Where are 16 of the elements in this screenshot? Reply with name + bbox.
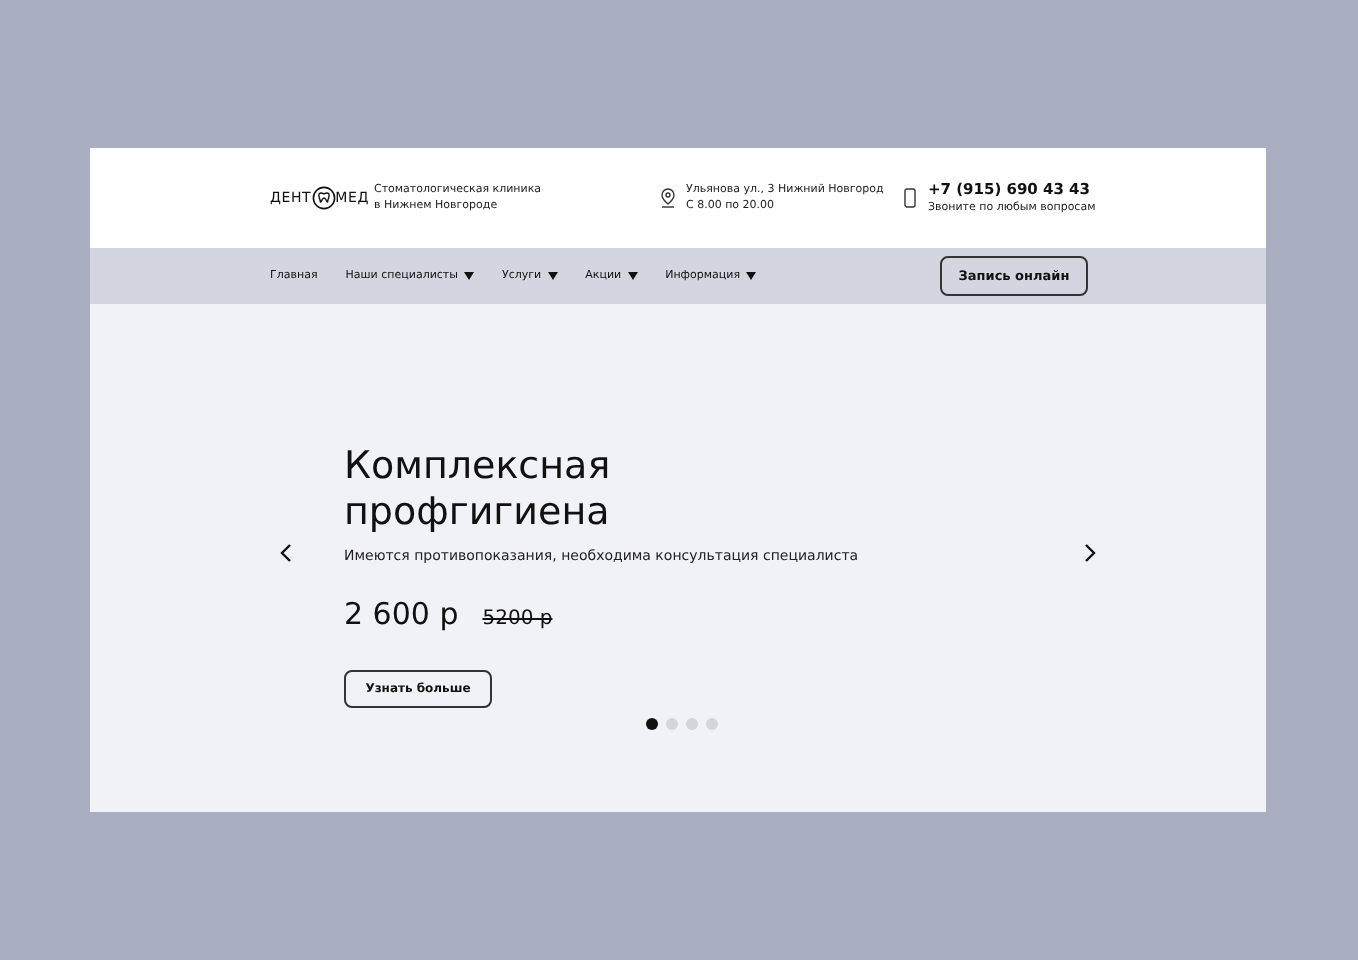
dropdown-triangle-icon	[547, 272, 558, 280]
location-pin-icon	[660, 187, 676, 209]
next-slide-icon[interactable]	[1084, 544, 1096, 562]
slide-dot[interactable]	[646, 718, 658, 730]
slide-dot[interactable]	[686, 718, 698, 730]
phone-icon	[904, 188, 916, 208]
slide-dot[interactable]	[706, 718, 718, 730]
dropdown-triangle-icon	[746, 272, 757, 280]
previous-slide-icon[interactable]	[280, 544, 292, 562]
dropdown-triangle-icon	[627, 272, 638, 280]
tooth-logo-icon	[311, 186, 336, 210]
slide-title: Комплексная профгигиена	[344, 444, 613, 536]
dropdown-triangle-icon	[463, 272, 474, 280]
old-price: 5200 р	[482, 608, 553, 630]
price: 2 600 р	[344, 596, 459, 632]
slide-dot[interactable]	[666, 718, 678, 730]
